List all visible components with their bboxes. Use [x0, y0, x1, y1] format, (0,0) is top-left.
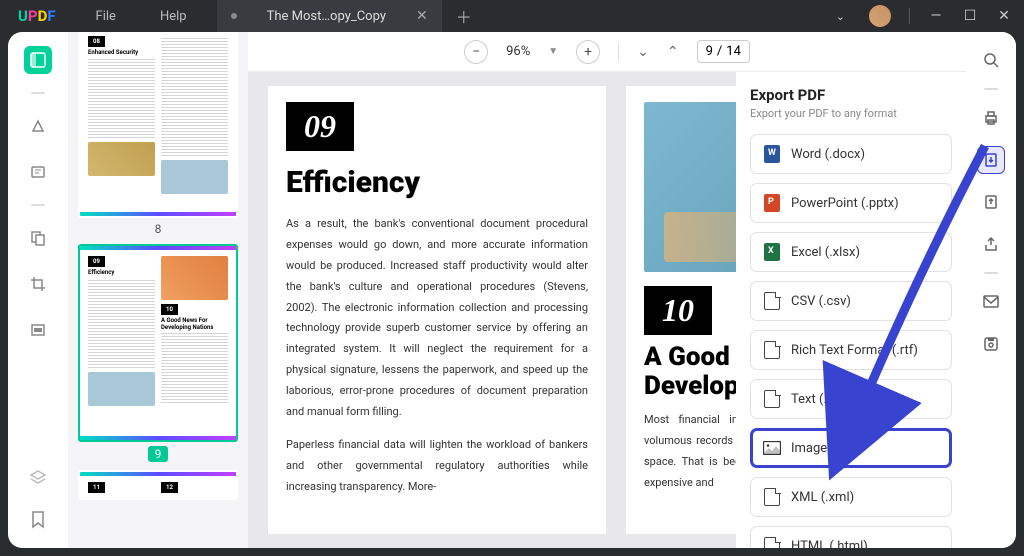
- search-button[interactable]: [977, 46, 1005, 74]
- export-excel[interactable]: XExcel (.xlsx): [750, 232, 952, 272]
- separator: [31, 204, 45, 206]
- export-word[interactable]: WWord (.docx): [750, 134, 952, 174]
- user-avatar[interactable]: [869, 5, 891, 27]
- import-button[interactable]: [977, 188, 1005, 216]
- page-indicator[interactable]: 9 / 14: [697, 40, 750, 63]
- left-rail: [8, 32, 68, 548]
- export-button[interactable]: [977, 146, 1005, 174]
- titlebar: UPDF File Help The Most…opy_Copy ✕ ＋ ⌄ —…: [0, 0, 1024, 32]
- save-button[interactable]: [977, 330, 1005, 358]
- thumbnail-number: 8: [78, 222, 238, 236]
- separator: [984, 88, 998, 90]
- tab-title: The Most…opy_Copy: [267, 9, 386, 24]
- export-xml[interactable]: XML (.xml): [750, 477, 952, 517]
- zoom-out-button[interactable]: −: [464, 40, 488, 64]
- thumbnail-panel: 08 Enhanced Security 8: [68, 32, 248, 548]
- doc-column-left: 09 Efficiency As a result, the bank's co…: [268, 86, 606, 534]
- maximize-button[interactable]: ☐: [962, 8, 978, 24]
- scroll-up-button[interactable]: ⌃: [667, 44, 679, 60]
- share-button[interactable]: [977, 230, 1005, 258]
- workspace: 08 Enhanced Security 8: [8, 32, 1016, 548]
- export-txt[interactable]: Text (.txt): [750, 379, 952, 419]
- thumbnail-page-9[interactable]: 09 Efficiency 10 A Good News For Develop…: [78, 244, 238, 462]
- panel-subtitle: Export your PDF to any format: [750, 107, 952, 120]
- print-button[interactable]: [977, 104, 1005, 132]
- section-heading: Efficiency: [286, 165, 588, 200]
- scroll-down-button[interactable]: ⌄: [637, 44, 649, 60]
- minimize-button[interactable]: —: [928, 8, 944, 24]
- tab-indicator-icon: [231, 13, 237, 19]
- separator: [984, 272, 998, 274]
- redact-tool[interactable]: [24, 316, 52, 344]
- right-rail: [966, 32, 1016, 548]
- zoom-in-button[interactable]: +: [576, 40, 600, 64]
- section-badge: 09: [286, 102, 354, 151]
- separator: [618, 43, 619, 61]
- panel-title: Export PDF: [750, 86, 952, 104]
- export-panel: Export PDF Export your PDF to any format…: [736, 72, 966, 548]
- body-text: As a result, the bank's conventional doc…: [286, 214, 588, 423]
- thumbnail-number: 9: [148, 446, 168, 462]
- separator: [909, 8, 910, 24]
- close-button[interactable]: ✕: [996, 8, 1012, 24]
- thumbnails-tool[interactable]: [24, 46, 52, 74]
- bookmark-tool[interactable]: [24, 506, 52, 534]
- menu-help[interactable]: Help: [138, 9, 209, 24]
- export-image[interactable]: Image: [750, 428, 952, 468]
- layers-tool[interactable]: [24, 464, 52, 492]
- menu-file[interactable]: File: [74, 9, 138, 24]
- tab-close-icon[interactable]: ✕: [416, 8, 428, 24]
- view-toolbar: − 96% ▼ + ⌄ ⌃ 9 / 14: [248, 32, 966, 72]
- export-rtf[interactable]: Rich Text Format (.rtf): [750, 330, 952, 370]
- copy-tool[interactable]: [24, 224, 52, 252]
- thumbnail-page-10[interactable]: 11 12: [78, 470, 238, 500]
- new-tab-button[interactable]: ＋: [456, 4, 472, 28]
- export-powerpoint[interactable]: PPowerPoint (.pptx): [750, 183, 952, 223]
- export-csv[interactable]: CSV (.csv): [750, 281, 952, 321]
- zoom-dropdown-icon[interactable]: ▼: [548, 46, 558, 57]
- document-tab[interactable]: The Most…opy_Copy ✕: [217, 0, 442, 32]
- comment-tool[interactable]: [24, 158, 52, 186]
- zoom-level: 96%: [506, 44, 530, 59]
- tabs-dropdown-icon[interactable]: ⌄: [836, 10, 845, 23]
- main-view: − 96% ▼ + ⌄ ⌃ 9 / 14 09 Efficiency As a …: [248, 32, 966, 548]
- mail-button[interactable]: [977, 288, 1005, 316]
- thumbnail-page-8[interactable]: 08 Enhanced Security 8: [78, 32, 238, 236]
- body-text: Paperless financial data will lighten th…: [286, 435, 588, 498]
- highlight-tool[interactable]: [24, 112, 52, 140]
- separator: [31, 92, 45, 94]
- section-badge: 10: [644, 286, 712, 335]
- app-logo: UPDF: [0, 7, 74, 25]
- image-icon: [763, 439, 781, 457]
- export-html[interactable]: HTML (.html): [750, 526, 952, 548]
- crop-tool[interactable]: [24, 270, 52, 298]
